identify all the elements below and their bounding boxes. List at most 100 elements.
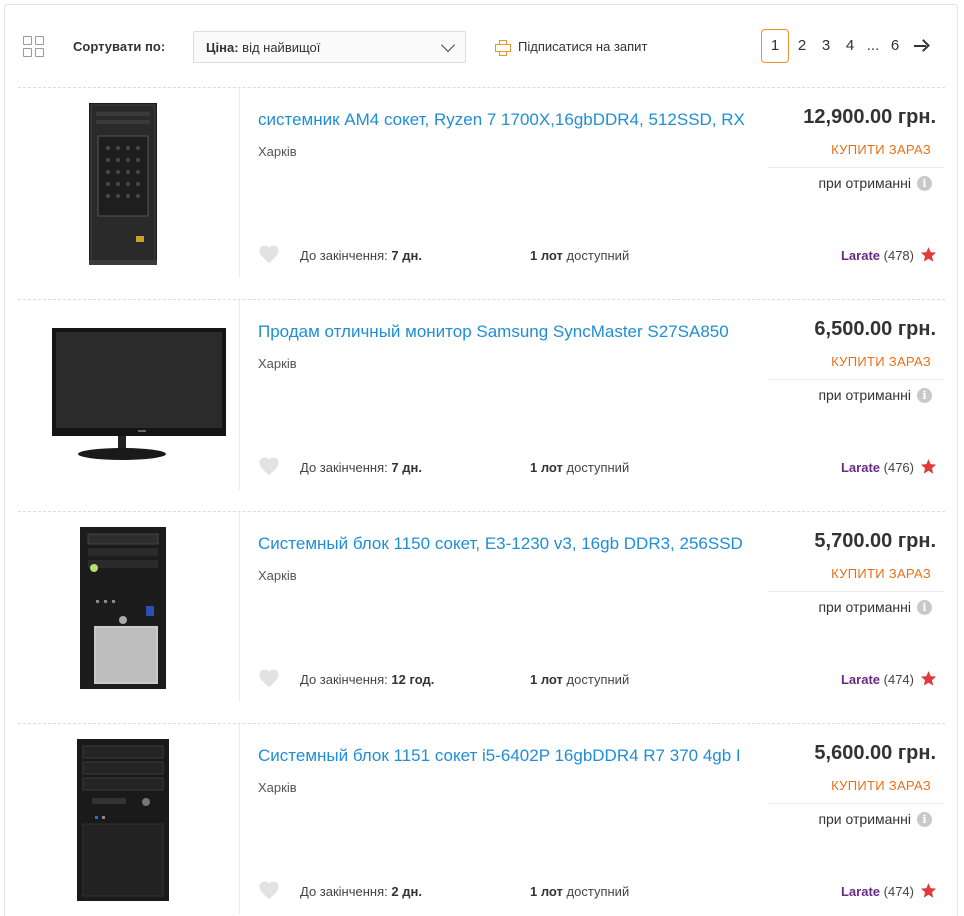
lots-available: 1 лот доступний <box>530 460 629 475</box>
page-3[interactable]: 3 <box>817 29 835 63</box>
star-icon <box>920 883 937 898</box>
listing-city: Харків <box>258 144 297 159</box>
pc-tower-icon <box>80 527 166 689</box>
toolbar: Сортувати по: Ціна: від найвищої Підписа… <box>0 0 964 90</box>
listing-title[interactable]: системник AM4 сокет, Ryzen 7 1700X,16gbD… <box>258 110 750 130</box>
seller: Larate (478) <box>841 248 914 263</box>
lots-available: 1 лот доступний <box>530 884 629 899</box>
deadline-value: 12 год. <box>391 672 435 687</box>
listing-title[interactable]: Продам отличный монитор Samsung SyncMast… <box>258 322 750 342</box>
sort-label: Сортувати по: <box>73 39 166 54</box>
deadline-label: До закінчення: <box>300 460 388 475</box>
deadline: До закінчення: 7 дн. <box>300 460 422 475</box>
seller-rating: (474) <box>883 672 914 687</box>
grid-view-icon[interactable] <box>23 36 45 58</box>
buy-now-button[interactable]: Купити зараз <box>831 142 931 157</box>
deadline: До закінчення: 2 дн. <box>300 884 422 899</box>
heart-icon[interactable] <box>258 244 280 264</box>
pc-tower-icon <box>89 103 157 265</box>
page-ellipsis: ... <box>866 37 880 54</box>
heart-icon[interactable] <box>258 880 280 900</box>
info-icon[interactable]: i <box>917 176 932 191</box>
chevron-down-icon <box>440 37 456 53</box>
listing-thumbnail[interactable] <box>18 512 240 702</box>
listing-city: Харків <box>258 780 297 795</box>
seller-name[interactable]: Larate <box>841 884 880 899</box>
sort-select[interactable]: Ціна: від найвищої <box>193 31 466 63</box>
monitor-icon <box>52 328 226 460</box>
payment-method: при отриманні <box>818 175 911 191</box>
listing-thumbnail[interactable] <box>18 88 240 278</box>
lots-count: 1 лот <box>530 672 563 687</box>
listing-price: 12,900.00 грн. <box>803 106 936 128</box>
pagination: 1 2 3 4 ... 6 <box>761 29 933 63</box>
star-icon <box>920 459 937 474</box>
pc-tower-icon <box>77 739 169 901</box>
seller: Larate (476) <box>841 460 914 475</box>
buy-now-button[interactable]: Купити зараз <box>831 354 931 369</box>
listing-title[interactable]: Системный блок 1150 сокет, E3-1230 v3, 1… <box>258 534 750 554</box>
info-icon[interactable]: i <box>917 388 932 403</box>
payment-method: при отриманні <box>818 811 911 827</box>
deadline: До закінчення: 12 год. <box>300 672 434 687</box>
star-icon <box>920 671 937 686</box>
seller-name[interactable]: Larate <box>841 460 880 475</box>
deadline: До закінчення: 7 дн. <box>300 248 422 263</box>
listing-row: Системный блок 1151 сокет i5-6402P 16gbD… <box>18 724 945 916</box>
next-page-arrow-icon[interactable] <box>914 40 928 52</box>
listing-thumbnail[interactable] <box>18 724 240 914</box>
sort-value: Ціна: від найвищої <box>206 40 320 55</box>
listing-city: Харків <box>258 356 297 371</box>
divider <box>768 591 945 592</box>
deadline-label: До закінчення: <box>300 672 388 687</box>
listing-price: 6,500.00 грн. <box>814 318 936 340</box>
deadline-label: До закінчення: <box>300 884 388 899</box>
lots-available: 1 лот доступний <box>530 672 629 687</box>
page-1[interactable]: 1 <box>761 29 789 63</box>
buy-now-button[interactable]: Купити зараз <box>831 566 931 581</box>
lots-label: доступний <box>566 460 630 475</box>
page-2[interactable]: 2 <box>793 29 811 63</box>
info-icon[interactable]: i <box>917 812 932 827</box>
lots-label: доступний <box>566 248 630 263</box>
seller-name[interactable]: Larate <box>841 248 880 263</box>
heart-icon[interactable] <box>258 668 280 688</box>
listing-title[interactable]: Системный блок 1151 сокет i5-6402P 16gbD… <box>258 746 750 766</box>
lots-available: 1 лот доступний <box>530 248 629 263</box>
listing-price: 5,700.00 грн. <box>814 530 936 552</box>
info-icon[interactable]: i <box>917 600 932 615</box>
lots-label: доступний <box>566 884 630 899</box>
listing-row: Продам отличный монитор Samsung SyncMast… <box>18 300 945 512</box>
listing-row: Системный блок 1150 сокет, E3-1230 v3, 1… <box>18 512 945 724</box>
deadline-label: До закінчення: <box>300 248 388 263</box>
divider <box>768 167 945 168</box>
page-6[interactable]: 6 <box>886 29 904 63</box>
divider <box>768 379 945 380</box>
page-4[interactable]: 4 <box>841 29 859 63</box>
divider <box>768 803 945 804</box>
deadline-value: 2 дн. <box>391 884 422 899</box>
heart-icon[interactable] <box>258 456 280 476</box>
lots-count: 1 лот <box>530 460 563 475</box>
subscribe-label: Підписатися на запит <box>518 39 648 54</box>
lots-count: 1 лот <box>530 884 563 899</box>
lots-count: 1 лот <box>530 248 563 263</box>
seller-rating: (478) <box>883 248 914 263</box>
lots-label: доступний <box>566 672 630 687</box>
buy-now-button[interactable]: Купити зараз <box>831 778 931 793</box>
deadline-value: 7 дн. <box>391 248 422 263</box>
payment-method: при отриманні <box>818 387 911 403</box>
deadline-value: 7 дн. <box>391 460 422 475</box>
star-icon <box>920 247 937 262</box>
listing-price: 5,600.00 грн. <box>814 742 936 764</box>
plus-icon <box>495 40 511 56</box>
listing-city: Харків <box>258 568 297 583</box>
seller-name[interactable]: Larate <box>841 672 880 687</box>
listing-row: системник AM4 сокет, Ryzen 7 1700X,16gbD… <box>18 88 945 300</box>
seller-rating: (476) <box>883 460 914 475</box>
listing-thumbnail[interactable] <box>18 300 240 490</box>
sort-value-text: від найвищої <box>242 40 321 55</box>
seller: Larate (474) <box>841 672 914 687</box>
payment-method: при отриманні <box>818 599 911 615</box>
seller: Larate (474) <box>841 884 914 899</box>
